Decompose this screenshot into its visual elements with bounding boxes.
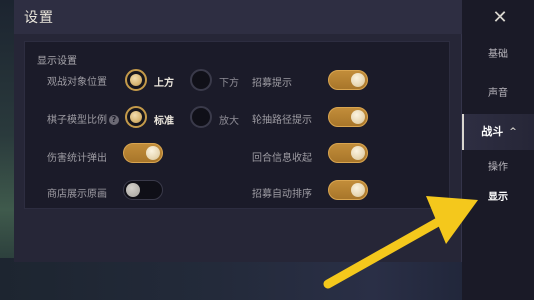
toggle-knob — [351, 183, 365, 197]
view-target-top-radio[interactable] — [125, 69, 147, 91]
view-target-bottom-radio[interactable] — [190, 69, 212, 91]
toggle-knob — [351, 73, 365, 87]
round-info-collapse-toggle[interactable] — [328, 143, 368, 163]
recruit-auto-sort-toggle[interactable] — [328, 180, 368, 200]
toggle-knob — [126, 183, 140, 197]
nav-item-basic[interactable]: 基础 — [462, 37, 534, 73]
nav-item-combat[interactable]: 战斗 ^ — [462, 114, 534, 150]
dialog-header: 设置 — [14, 0, 462, 34]
round-info-collapse-label: 回合信息收起 — [252, 153, 312, 164]
view-target-top-label: 上方 — [154, 78, 174, 89]
damage-popup-toggle[interactable] — [123, 143, 163, 163]
close-icon[interactable]: ✕ — [490, 8, 510, 28]
nav-item-combat-label: 战斗 — [481, 125, 504, 138]
piece-scale-enlarge-label: 放大 — [219, 116, 239, 127]
piece-scale-label-text: 棋子模型比例 — [47, 115, 107, 126]
nav-item-display[interactable]: 显示 — [462, 180, 534, 216]
settings-screen: 设置 显示设置 观战对象位置 上方 下方 棋子模型比例? 标准 放大 伤害统计弹… — [0, 0, 534, 300]
piece-scale-enlarge-radio[interactable] — [190, 106, 212, 128]
help-icon[interactable]: ? — [109, 115, 119, 125]
recruit-auto-sort-label: 招募自动排序 — [252, 189, 312, 200]
shop-art-label: 商店展示原画 — [47, 189, 107, 200]
toggle-knob — [351, 110, 365, 124]
view-target-label: 观战对象位置 — [47, 77, 107, 88]
section-title: 显示设置 — [37, 56, 77, 67]
recruit-tip-toggle[interactable] — [328, 70, 368, 90]
settings-dialog: 设置 显示设置 观战对象位置 上方 下方 棋子模型比例? 标准 放大 伤害统计弹… — [14, 0, 462, 262]
view-target-bottom-label: 下方 — [219, 78, 239, 89]
carousel-path-tip-label: 轮抽路径提示 — [252, 115, 312, 126]
toggle-knob — [351, 146, 365, 160]
toggle-knob — [146, 146, 160, 160]
nav-item-sound[interactable]: 声音 — [462, 76, 534, 112]
background-art-left — [0, 0, 14, 300]
background-art-bottom — [0, 258, 534, 300]
shop-art-toggle[interactable] — [123, 180, 163, 200]
piece-scale-standard-radio[interactable] — [125, 106, 147, 128]
chevron-up-icon: ^ — [509, 127, 517, 137]
piece-scale-standard-label: 标准 — [154, 116, 174, 127]
carousel-path-tip-toggle[interactable] — [328, 107, 368, 127]
dialog-title: 设置 — [24, 10, 54, 26]
piece-scale-label: 棋子模型比例? — [47, 111, 119, 126]
display-settings-panel: 显示设置 观战对象位置 上方 下方 棋子模型比例? 标准 放大 伤害统计弹出 商… — [24, 41, 450, 209]
recruit-tip-label: 招募提示 — [252, 78, 292, 89]
damage-popup-label: 伤害统计弹出 — [47, 153, 107, 164]
